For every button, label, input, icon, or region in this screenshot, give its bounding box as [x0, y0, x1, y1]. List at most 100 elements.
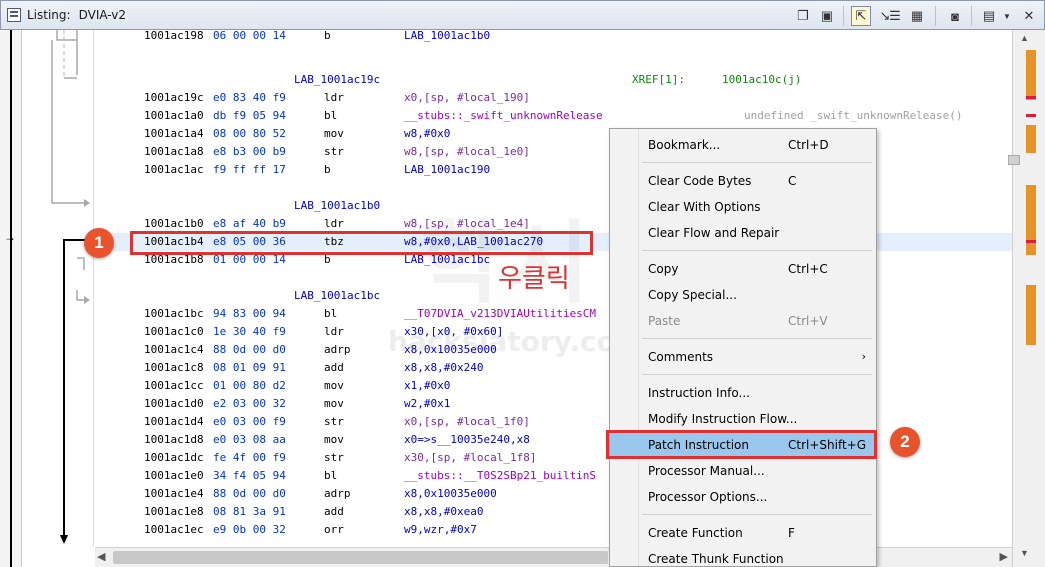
bytes-field[interactable]: 01 00 80 d2 [213, 377, 286, 395]
bytes-field[interactable]: e9 0b 00 32 [213, 521, 286, 539]
operand-field[interactable]: x30,[sp, #local_1f8] [404, 449, 536, 467]
scroll-up-icon[interactable]: ▲ [1020, 33, 1029, 43]
bytes-field[interactable]: 08 01 09 91 [213, 359, 286, 377]
mnemonic-field[interactable]: orr [324, 521, 344, 539]
bytes-field[interactable]: db f9 05 94 [213, 107, 286, 125]
code-label[interactable]: LAB_1001ac1bc [294, 287, 380, 305]
operand-field[interactable]: x8,x8,#0x240 [404, 359, 483, 377]
bytes-field[interactable]: 1e 30 40 f9 [213, 323, 286, 341]
instruction-row[interactable]: 1001ac1a0 db f9 05 94 bl __stubs::_swift_un… [95, 107, 1012, 125]
address-field[interactable]: 1001ac1a0 [144, 107, 204, 125]
operand-field[interactable]: x0,[sp, #local_1f0] [404, 413, 530, 431]
address-field[interactable]: 1001ac1d0 [144, 395, 204, 413]
mnemonic-field[interactable]: add [324, 503, 344, 521]
scroll-down-icon[interactable]: ▼ [1020, 548, 1029, 558]
bytes-field[interactable]: 06 00 00 14 [213, 30, 286, 45]
operand-field[interactable]: w8,#0x0 [404, 125, 450, 143]
address-field[interactable]: 1001ac1cc [144, 377, 204, 395]
chevron-down-icon[interactable]: ▼ [997, 6, 1017, 26]
operand-field[interactable]: __stubs::_swift_unknownRelease [404, 107, 603, 125]
mnemonic-field[interactable]: mov [324, 395, 344, 413]
bytes-field[interactable]: 34 f4 05 94 [213, 467, 286, 485]
mnemonic-field[interactable]: bl [324, 467, 337, 485]
operand-field[interactable]: x0=>s__10035e240,x8 [404, 431, 530, 449]
bytes-field[interactable]: e0 83 40 f9 [213, 89, 286, 107]
left-margin-gutter[interactable]: → [0, 30, 22, 567]
address-field[interactable]: 1001ac1c4 [144, 341, 204, 359]
xref-address[interactable]: 1001ac10c(j) [722, 71, 801, 89]
instruction-row[interactable]: 1001ac19c e0 83 40 f9 ldr x0,[sp, #local_19… [95, 89, 1012, 107]
address-field[interactable]: 1001ac1a8 [144, 143, 204, 161]
plate-comment[interactable]: undefined _swift_unknownRelease() [744, 107, 963, 125]
mnemonic-field[interactable]: adrp [324, 485, 351, 503]
paste-icon[interactable]: ▣ [817, 6, 837, 26]
bytes-field[interactable]: e2 03 00 32 [213, 395, 286, 413]
operand-field[interactable]: __stubs::__T0S2SBp21_builtinS [404, 467, 596, 485]
horizontal-scroll-thumb[interactable] [113, 551, 608, 564]
format-icon[interactable]: ☰ [887, 6, 903, 26]
mnemonic-field[interactable]: mov [324, 377, 344, 395]
menu-item-create-function[interactable]: Create Function F [610, 520, 876, 546]
operand-field[interactable]: LAB_1001ac1b0 [404, 30, 490, 45]
label-row[interactable]: LAB_1001ac19c XREF[1]: 1001ac10c(j) [95, 71, 1012, 89]
overview-scrollbar[interactable] [1012, 30, 1045, 567]
bytes-field[interactable]: 08 00 80 52 [213, 125, 286, 143]
address-field[interactable]: 1001ac1dc [144, 449, 204, 467]
menu-item-clear-with-options[interactable]: Clear With Options [610, 194, 876, 220]
menu-item-comments[interactable]: Comments › [610, 344, 876, 370]
mnemonic-field[interactable]: ldr [324, 89, 344, 107]
menu-item-create-thunk-function[interactable]: Create Thunk Function [610, 546, 876, 567]
operand-field[interactable]: x8,x8,#0xea0 [404, 503, 483, 521]
mnemonic-field[interactable]: bl [324, 305, 337, 323]
operand-field[interactable]: w8,[sp, #local_1e0] [404, 143, 530, 161]
copy-icon[interactable]: ❐ [793, 6, 813, 26]
snapshot-camera-icon[interactable]: ◙ [945, 6, 965, 26]
xref-header[interactable]: XREF[1]: [632, 71, 685, 89]
context-menu[interactable]: Bookmark... Ctrl+D Clear Code Bytes C Clear … [609, 128, 877, 567]
menu-item-modify-instruction-flow[interactable]: Modify Instruction Flow... [610, 406, 876, 432]
mnemonic-field[interactable]: str [324, 143, 344, 161]
mnemonic-field[interactable]: str [324, 449, 344, 467]
operand-field[interactable]: x8,0x10035e000 [404, 485, 497, 503]
scroll-left-icon[interactable]: ◀ [97, 550, 105, 563]
bytes-field[interactable]: 08 81 3a 91 [213, 503, 286, 521]
field-layout-icon[interactable]: ▤ [979, 6, 999, 26]
code-label[interactable]: LAB_1001ac1b0 [294, 197, 380, 215]
mnemonic-field[interactable]: b [324, 30, 331, 45]
address-field[interactable]: 1001ac1bc [144, 305, 204, 323]
code-label[interactable]: LAB_1001ac19c [294, 71, 380, 89]
menu-item-copy-special[interactable]: Copy Special... [610, 282, 876, 308]
menu-item-clear-code-bytes[interactable]: Clear Code Bytes C [610, 168, 876, 194]
address-field[interactable]: 1001ac1d8 [144, 431, 204, 449]
address-field[interactable]: 1001ac1d4 [144, 413, 204, 431]
mnemonic-field[interactable]: add [324, 359, 344, 377]
bytes-field[interactable]: 88 0d 00 d0 [213, 485, 286, 503]
menu-item-clear-flow-and-repair[interactable]: Clear Flow and Repair [610, 220, 876, 246]
instruction-row[interactable]: 1001ac198 06 00 00 14 b LAB_1001ac1b0 [95, 30, 1012, 45]
menu-item-processor-manual[interactable]: Processor Manual... [610, 458, 876, 484]
mnemonic-field[interactable]: mov [324, 125, 344, 143]
cursor-select-icon[interactable]: ⇱ [851, 6, 871, 26]
operand-field[interactable]: LAB_1001ac190 [404, 161, 490, 179]
bytes-field[interactable]: e0 03 08 aa [213, 431, 286, 449]
overview-thumb[interactable] [1008, 155, 1020, 165]
bytes-field[interactable]: f9 ff ff 17 [213, 161, 286, 179]
operand-field[interactable]: w2,#0x1 [404, 395, 450, 413]
menu-item-copy[interactable]: Copy Ctrl+C [610, 256, 876, 282]
menu-item-instruction-info[interactable]: Instruction Info... [610, 380, 876, 406]
mnemonic-field[interactable]: adrp [324, 341, 351, 359]
diff-icon[interactable]: ▦ [907, 6, 927, 26]
flow-arrows-column[interactable] [22, 30, 94, 547]
address-field[interactable]: 1001ac1ac [144, 161, 204, 179]
bytes-field[interactable]: e0 03 00 f9 [213, 413, 286, 431]
bytes-field[interactable]: 94 83 00 94 [213, 305, 286, 323]
bytes-field[interactable]: fe 4f 00 f9 [213, 449, 286, 467]
mnemonic-field[interactable]: ldr [324, 323, 344, 341]
close-icon[interactable]: ✕ [1019, 6, 1039, 26]
bytes-field[interactable]: e8 b3 00 b9 [213, 143, 286, 161]
menu-item-bookmark[interactable]: Bookmark... Ctrl+D [610, 132, 876, 158]
operand-field[interactable]: x1,#0x0 [404, 377, 450, 395]
scroll-right-icon[interactable]: ▶ [1000, 550, 1008, 563]
address-field[interactable]: 1001ac198 [144, 30, 204, 45]
address-field[interactable]: 1001ac1ec [144, 521, 204, 539]
